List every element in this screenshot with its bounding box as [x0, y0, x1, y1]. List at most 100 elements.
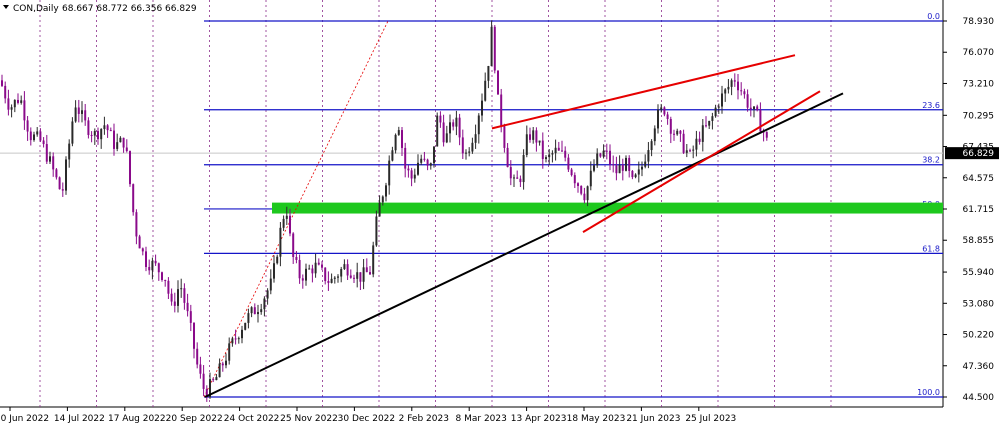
candle-body	[276, 256, 279, 264]
candle-body	[170, 293, 173, 302]
candle-body	[426, 159, 429, 166]
candle-body	[292, 233, 295, 258]
candle-body	[449, 122, 451, 134]
candle-body	[599, 153, 602, 157]
candle-body	[461, 137, 464, 154]
candle-body	[717, 106, 720, 108]
candle-body	[65, 159, 67, 191]
candle-body	[583, 193, 586, 201]
candle-body	[84, 110, 87, 121]
candle-body	[263, 298, 266, 310]
candle-body	[404, 147, 407, 169]
candle-body	[369, 272, 371, 275]
candle-body	[749, 107, 752, 110]
price-chart[interactable]: 0.023.638.250.061.8100.0 78.93076.07073.…	[0, 0, 1000, 425]
candle-body	[410, 170, 413, 179]
candle-body	[266, 290, 269, 299]
x-tick-label: 8 Mar 2023	[456, 414, 507, 424]
candle-body	[577, 183, 579, 186]
candle-body	[759, 110, 762, 132]
candle-body	[487, 66, 490, 81]
candle-body	[17, 99, 19, 103]
candle-body	[228, 343, 231, 361]
candle-body	[474, 134, 477, 143]
candle-body	[167, 280, 170, 294]
candle-body	[39, 131, 42, 141]
candle-body	[500, 94, 503, 127]
candle-body	[157, 263, 160, 273]
candle-body	[660, 107, 663, 110]
candle-body	[154, 260, 157, 264]
candle-body	[541, 140, 544, 160]
candle-body	[135, 212, 138, 237]
candle-body	[653, 128, 656, 142]
chart-header: CON,Daily 68.667 68.772 66.356 66.829	[3, 4, 197, 14]
candle-body	[199, 364, 202, 374]
candle-body	[423, 158, 426, 160]
candle-body	[349, 275, 352, 278]
candle-body	[90, 134, 93, 136]
candle-body	[401, 130, 403, 148]
candle-body	[551, 153, 554, 155]
candle-body	[458, 117, 461, 138]
candle-body	[362, 267, 365, 282]
candle-body	[445, 133, 448, 143]
candle-body	[52, 156, 55, 170]
x-tick-label: 20 Sep 2022	[166, 414, 223, 424]
candle-body	[567, 157, 570, 170]
candle-body	[196, 348, 199, 365]
candle-body	[359, 272, 362, 282]
candle-body	[433, 146, 435, 164]
candle-body	[641, 166, 643, 170]
candle-body	[394, 134, 397, 151]
candle-body	[506, 147, 509, 168]
candle-body	[484, 80, 487, 101]
candle-body	[119, 137, 122, 143]
candle-body	[305, 268, 307, 281]
candle-body	[1, 80, 3, 86]
candle-body	[269, 278, 272, 291]
y-tick-label: 47.360	[963, 362, 995, 372]
last-price-badge: 66.829	[945, 147, 999, 160]
candle-body	[548, 154, 551, 158]
candle-body	[679, 130, 682, 134]
candle-body	[55, 169, 58, 178]
candle-body	[708, 120, 711, 126]
candle-body	[4, 85, 7, 99]
candle-body	[663, 107, 666, 115]
candle-body	[596, 153, 599, 166]
candle-body	[225, 360, 227, 366]
candle-body	[602, 150, 605, 157]
candle-body	[503, 126, 506, 148]
candle-body	[324, 267, 327, 282]
candle-body	[241, 329, 243, 339]
candle-body	[113, 130, 115, 149]
candle-body	[327, 281, 330, 283]
ohlc-values: 68.667 68.772 66.356 66.829	[62, 4, 197, 14]
candle-body	[164, 279, 167, 281]
x-tick-label: 14 Jul 2022	[54, 414, 105, 424]
candle-body	[151, 260, 154, 271]
candle-body	[81, 110, 83, 114]
candle-body	[378, 202, 381, 217]
candle-body	[183, 288, 186, 303]
candle-body	[554, 147, 557, 154]
candle-body	[193, 322, 195, 349]
candle-body	[337, 276, 339, 278]
candle-body	[589, 170, 592, 187]
fib-level-label: 100.0	[917, 388, 940, 397]
candle-body	[330, 278, 333, 283]
candle-body	[570, 169, 573, 176]
candle-body	[746, 94, 749, 108]
candle-body	[215, 377, 218, 381]
y-tick-label: 58.855	[963, 236, 995, 246]
candle-body	[673, 133, 675, 135]
x-tick-label: 21 Jun 2023	[626, 414, 680, 424]
candle-body	[385, 185, 387, 197]
x-tick-label: 30 Dec 2022	[338, 414, 396, 424]
y-tick-label: 55.940	[963, 268, 995, 278]
fib-level-label: 0.0	[927, 12, 940, 21]
fib-level-label: 23.6	[922, 101, 940, 110]
candle-body	[321, 264, 323, 268]
candle-body	[388, 160, 391, 186]
